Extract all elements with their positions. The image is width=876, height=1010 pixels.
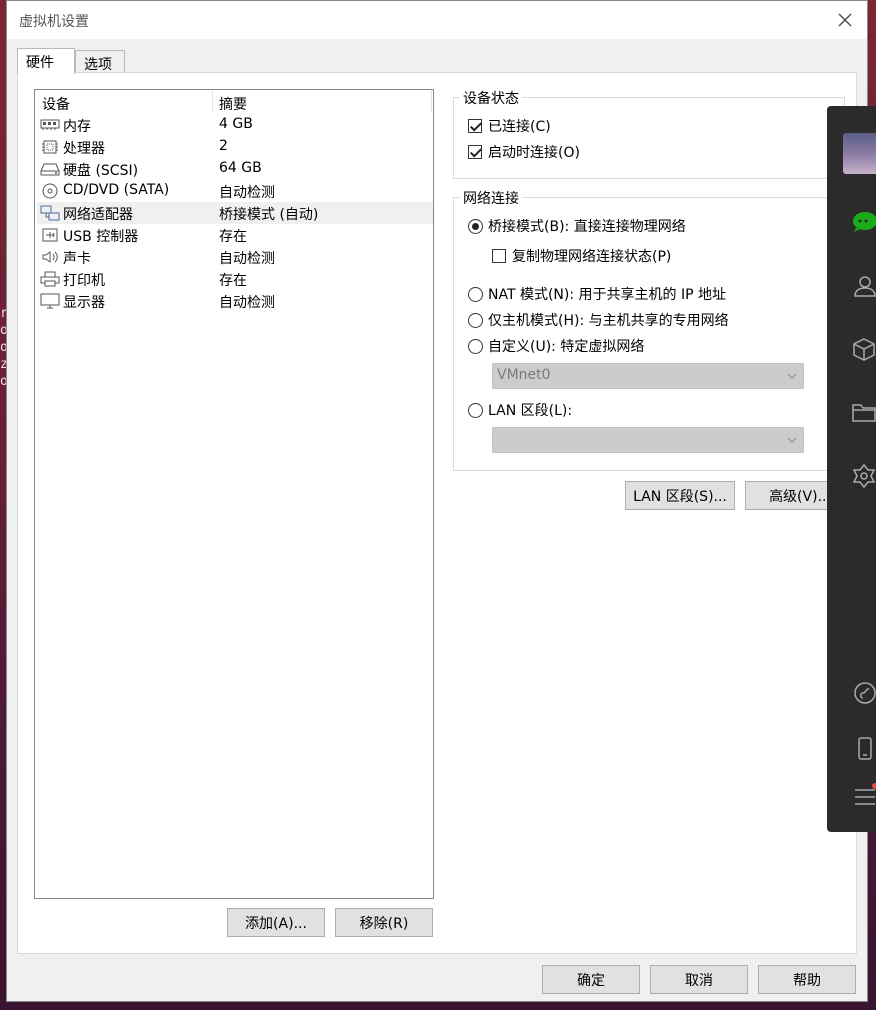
network-connection-legend: 网络连接 xyxy=(460,188,522,208)
custom-network-select[interactable]: VMnet0 xyxy=(492,363,804,389)
close-icon xyxy=(838,13,852,27)
lan-segments-button[interactable]: LAN 区段(S)... xyxy=(625,481,735,510)
radio-unselected-icon xyxy=(468,338,483,354)
device-row-cdrom[interactable]: CD/DVD (SATA) 自动检测 xyxy=(37,180,433,202)
connect-at-power-on-checkbox[interactable]: 启动时连接(O) xyxy=(468,142,580,162)
music-icon[interactable] xyxy=(851,680,876,705)
device-summary: 存在 xyxy=(219,229,247,245)
lan-segment-select[interactable] xyxy=(492,427,804,453)
bridged-label: 桥接模式(B): 直接连接物理网络 xyxy=(488,219,686,235)
vm-settings-dialog: 虚拟机设置 硬件 选项 设备 摘要 内存 4 GB 处理器 2 硬盘 (SCSI… xyxy=(6,0,868,1002)
network-adapter-icon xyxy=(40,205,60,221)
phone-icon[interactable] xyxy=(851,736,876,761)
checkbox-checked-icon xyxy=(468,119,482,133)
chevron-down-icon xyxy=(787,373,797,379)
ok-button[interactable]: 确定 xyxy=(542,965,640,994)
hardware-panel: 设备 摘要 内存 4 GB 处理器 2 硬盘 (SCSI) 64 GB CD/D… xyxy=(17,72,857,954)
box-icon[interactable] xyxy=(851,337,876,362)
network-connection-group: 网络连接 桥接模式(B): 直接连接物理网络 复制物理网络连接状态(P) NAT… xyxy=(453,188,845,471)
usb-icon xyxy=(42,228,58,242)
replicate-state-checkbox[interactable]: 复制物理网络连接状态(P) xyxy=(492,246,671,266)
chevron-down-icon xyxy=(787,437,797,443)
cancel-button[interactable]: 取消 xyxy=(650,965,748,994)
checkbox-unchecked-icon xyxy=(492,249,506,263)
harddisk-icon xyxy=(40,163,60,176)
custom-label: 自定义(U): 特定虚拟网络 xyxy=(488,339,645,355)
lan-segment-label: LAN 区段(L): xyxy=(488,403,573,419)
device-row-display[interactable]: 显示器 自动检测 xyxy=(37,290,433,312)
checkbox-checked-icon xyxy=(468,145,482,159)
hostonly-label: 仅主机模式(H): 与主机共享的专用网络 xyxy=(488,313,729,329)
device-summary: 存在 xyxy=(219,273,247,289)
device-row-harddisk[interactable]: 硬盘 (SCSI) 64 GB xyxy=(37,158,433,180)
device-row-usb[interactable]: USB 控制器 存在 xyxy=(37,224,433,246)
contacts-icon[interactable] xyxy=(851,274,876,299)
processor-icon xyxy=(42,140,58,154)
device-name: 打印机 xyxy=(63,273,105,289)
device-status-group: 设备状态 已连接(C) 启动时连接(O) xyxy=(453,88,845,179)
connect-at-power-on-label: 启动时连接(O) xyxy=(488,145,580,161)
device-name: 处理器 xyxy=(63,141,105,157)
device-summary: 64 GB xyxy=(219,160,262,176)
radio-unselected-icon xyxy=(468,286,483,302)
device-list[interactable]: 设备 摘要 内存 4 GB 处理器 2 硬盘 (SCSI) 64 GB CD/D… xyxy=(34,89,434,899)
column-header-summary[interactable]: 摘要 xyxy=(219,94,247,114)
cdrom-icon xyxy=(42,183,58,199)
tab-hardware[interactable]: 硬件 xyxy=(17,48,75,74)
device-row-memory[interactable]: 内存 4 GB xyxy=(37,114,433,136)
hexagon-icon[interactable] xyxy=(851,463,876,489)
device-summary: 2 xyxy=(219,138,228,154)
connected-label: 已连接(C) xyxy=(488,119,551,135)
device-summary: 自动检测 xyxy=(219,251,275,267)
device-summary: 自动检测 xyxy=(219,295,275,311)
device-row-processor[interactable]: 处理器 2 xyxy=(37,136,433,158)
connected-checkbox[interactable]: 已连接(C) xyxy=(468,116,551,136)
avatar[interactable] xyxy=(843,133,876,174)
title-bar[interactable]: 虚拟机设置 xyxy=(7,1,867,39)
device-status-legend: 设备状态 xyxy=(460,88,522,108)
window-title: 虚拟机设置 xyxy=(19,14,89,30)
device-name: 网络适配器 xyxy=(63,207,133,223)
memory-icon xyxy=(40,119,60,130)
device-row-printer[interactable]: 打印机 存在 xyxy=(37,268,433,290)
nat-label: NAT 模式(N): 用于共享主机的 IP 地址 xyxy=(488,287,726,303)
printer-icon xyxy=(40,271,60,287)
speaker-icon xyxy=(42,251,58,263)
device-row-network-adapter[interactable]: 网络适配器 桥接模式 (自动) xyxy=(37,202,433,224)
device-summary: 桥接模式 (自动) xyxy=(219,207,319,223)
device-name: 内存 xyxy=(63,119,91,135)
column-divider[interactable] xyxy=(431,90,432,112)
device-row-sound[interactable]: 声卡 自动检测 xyxy=(37,246,433,268)
device-summary: 4 GB xyxy=(219,116,253,132)
tab-options[interactable]: 选项 xyxy=(75,50,125,73)
radio-unselected-icon xyxy=(468,402,483,418)
device-name: 显示器 xyxy=(63,295,105,311)
custom-radio[interactable]: 自定义(U): 特定虚拟网络 xyxy=(468,336,644,356)
list-header: 设备 摘要 xyxy=(35,90,433,116)
bridged-radio[interactable]: 桥接模式(B): 直接连接物理网络 xyxy=(468,216,686,236)
nat-radio[interactable]: NAT 模式(N): 用于共享主机的 IP 地址 xyxy=(468,284,726,304)
help-button[interactable]: 帮助 xyxy=(758,965,856,994)
device-name: 硬盘 (SCSI) xyxy=(63,163,139,179)
radio-unselected-icon xyxy=(468,312,483,328)
device-name: 声卡 xyxy=(63,251,91,267)
device-name: CD/DVD (SATA) xyxy=(63,182,170,198)
device-summary: 自动检测 xyxy=(219,185,275,201)
lan-segment-radio[interactable]: LAN 区段(L): xyxy=(468,400,572,420)
chat-icon[interactable] xyxy=(851,210,876,235)
side-app-panel xyxy=(827,106,876,832)
column-header-device[interactable]: 设备 xyxy=(42,94,70,114)
device-name: USB 控制器 xyxy=(63,229,139,245)
folder-icon[interactable] xyxy=(851,400,876,425)
hostonly-radio[interactable]: 仅主机模式(H): 与主机共享的专用网络 xyxy=(468,310,729,330)
replicate-state-label: 复制物理网络连接状态(P) xyxy=(512,249,672,265)
custom-network-value: VMnet0 xyxy=(497,367,551,383)
column-divider[interactable] xyxy=(212,90,213,112)
add-device-button[interactable]: 添加(A)... xyxy=(227,908,325,937)
remove-device-button[interactable]: 移除(R) xyxy=(335,908,433,937)
radio-selected-icon xyxy=(468,218,483,234)
close-button[interactable] xyxy=(831,7,859,33)
display-icon xyxy=(40,293,60,309)
notification-dot xyxy=(872,783,876,789)
